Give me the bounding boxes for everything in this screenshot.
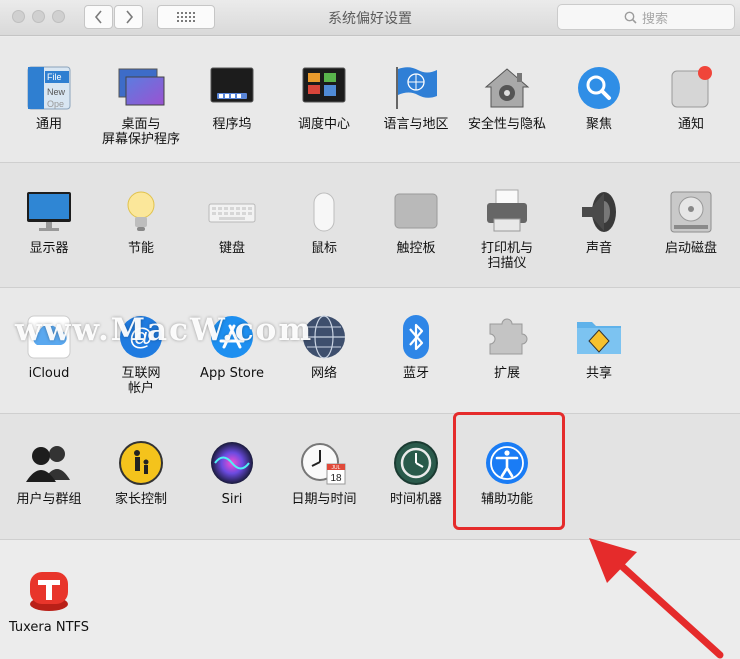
dock-icon [207, 63, 257, 113]
mission-control-icon [299, 63, 349, 113]
pref-mission-control-label: 调度中心 [297, 117, 350, 132]
pref-general-label: 通用 [35, 117, 62, 132]
pref-spotlight[interactable]: 聚焦 [553, 63, 645, 132]
notifications-icon [666, 63, 716, 113]
pref-extensions[interactable]: 扩展 [461, 312, 553, 381]
pref-trackpad[interactable]: 触控板 [370, 187, 462, 256]
pref-desktop-screensaver[interactable]: 桌面与 屏幕保护程序 [95, 63, 187, 147]
clock-calendar-icon: JUL 18 [299, 438, 349, 488]
section-internet: iCloud @ 互联网 帐户 App Store 网络 蓝牙 扩展 共享 [0, 288, 740, 414]
trackpad-icon [391, 187, 441, 237]
sharing-folder-icon [574, 312, 624, 362]
speaker-icon [574, 187, 624, 237]
pref-sound-label: 声音 [585, 241, 612, 256]
section-system: 用户与群组 家长控制 Siri JUL 18 日期与时间 时间机器 辅助功能 [0, 414, 740, 540]
section-personal: File New Ope 通用 桌面与 屏幕保护程序 程序坞 调度中心 语言与地… [0, 37, 740, 163]
pref-spotlight-label: 聚焦 [585, 117, 612, 132]
pref-bluetooth[interactable]: 蓝牙 [370, 312, 462, 381]
pref-general[interactable]: File New Ope 通用 [3, 63, 95, 132]
pref-trackpad-label: 触控板 [396, 241, 436, 256]
pref-siri-label: Siri [221, 492, 243, 507]
search-field[interactable]: 搜索 [557, 4, 735, 30]
pref-security-privacy[interactable]: 安全性与隐私 [461, 63, 553, 132]
pref-time-machine-label: 时间机器 [389, 492, 442, 507]
display-icon [24, 187, 74, 237]
pref-icloud-label: iCloud [28, 366, 70, 381]
flag-icon [391, 63, 441, 113]
house-lock-icon [482, 63, 532, 113]
general-file-text: File [47, 72, 62, 82]
section-hardware: 显示器 节能 键盘 鼠标 触控板 打印机与 扫描仪 声音 启动磁盘 [0, 163, 740, 288]
general-new-text: New [47, 87, 66, 97]
pref-notifications-label: 通知 [677, 117, 704, 132]
pref-keyboard-label: 键盘 [218, 241, 245, 256]
pref-startup-disk[interactable]: 启动磁盘 [645, 187, 737, 256]
pref-printers-label: 打印机与 扫描仪 [480, 241, 533, 271]
users-icon [24, 438, 74, 488]
general-ope-text: Ope [47, 99, 64, 109]
pref-startup-disk-label: 启动磁盘 [664, 241, 717, 256]
pref-network-label: 网络 [310, 366, 337, 381]
tuxera-icon [24, 566, 74, 616]
pref-siri[interactable]: Siri [186, 438, 278, 507]
spotlight-icon [574, 63, 624, 113]
mouse-icon [299, 187, 349, 237]
accessibility-highlight-box [453, 412, 565, 530]
section-other: Tuxera NTFS [0, 540, 740, 659]
pref-tuxera-label: Tuxera NTFS [8, 620, 90, 635]
bluetooth-icon [391, 312, 441, 362]
pref-users-label: 用户与群组 [16, 492, 82, 507]
pref-sound[interactable]: 声音 [553, 187, 645, 256]
general-icon: File New Ope [24, 63, 74, 113]
pref-printers-scanners[interactable]: 打印机与 扫描仪 [461, 187, 553, 271]
pref-energy-label: 节能 [127, 241, 154, 256]
pref-parental-controls[interactable]: 家长控制 [95, 438, 187, 507]
pref-language-region[interactable]: 语言与地区 [370, 63, 462, 132]
keyboard-icon [207, 187, 257, 237]
puzzle-icon [482, 312, 532, 362]
hard-disk-icon [666, 187, 716, 237]
pref-notifications[interactable]: 通知 [645, 63, 737, 132]
pref-time-machine[interactable]: 时间机器 [370, 438, 462, 507]
pref-desktop-label: 桌面与 屏幕保护程序 [101, 117, 180, 147]
pref-dock-label: 程序坞 [212, 117, 252, 132]
pref-internet-accounts-label: 互联网 帐户 [121, 366, 161, 396]
calendar-day-text: 18 [330, 473, 342, 484]
pref-parental-label: 家长控制 [114, 492, 167, 507]
pref-date-time-label: 日期与时间 [291, 492, 357, 507]
pref-mouse-label: 鼠标 [310, 241, 337, 256]
pref-dock[interactable]: 程序坞 [186, 63, 278, 132]
pref-extensions-label: 扩展 [493, 366, 520, 381]
time-machine-icon [391, 438, 441, 488]
siri-icon [207, 438, 257, 488]
pref-language-label: 语言与地区 [383, 117, 449, 132]
calendar-month-text: JUL [332, 465, 341, 471]
title-bar: 系统偏好设置 搜索 [0, 0, 740, 36]
pref-mission-control[interactable]: 调度中心 [278, 63, 370, 132]
watermark-text: www.MacW.com [15, 312, 314, 348]
pref-app-store-label: App Store [200, 366, 264, 381]
lightbulb-icon [116, 187, 166, 237]
desktop-icon [116, 63, 166, 113]
pref-keyboard[interactable]: 键盘 [186, 187, 278, 256]
parental-controls-icon [116, 438, 166, 488]
magnifier-icon [624, 11, 637, 24]
pref-sharing[interactable]: 共享 [553, 312, 645, 381]
pref-users-groups[interactable]: 用户与群组 [3, 438, 95, 507]
pref-displays-label: 显示器 [29, 241, 69, 256]
pref-energy-saver[interactable]: 节能 [95, 187, 187, 256]
pref-mouse[interactable]: 鼠标 [278, 187, 370, 256]
printer-icon [482, 187, 532, 237]
pref-tuxera-ntfs[interactable]: Tuxera NTFS [3, 566, 95, 635]
pref-security-label: 安全性与隐私 [467, 117, 546, 132]
search-placeholder: 搜索 [641, 11, 668, 27]
pref-date-time[interactable]: JUL 18 日期与时间 [278, 438, 370, 507]
pref-displays[interactable]: 显示器 [3, 187, 95, 256]
pref-sharing-label: 共享 [585, 366, 612, 381]
pref-bluetooth-label: 蓝牙 [402, 366, 429, 381]
